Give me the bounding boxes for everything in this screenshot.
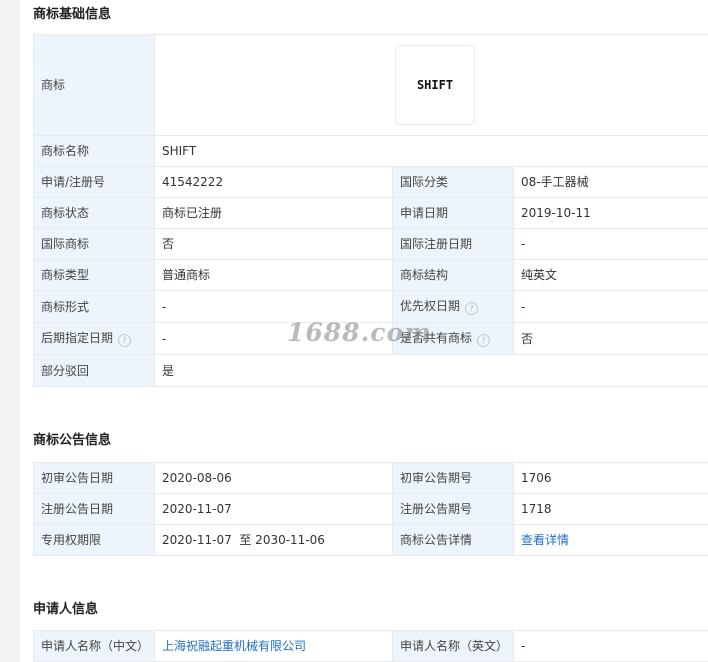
table-row: 国际商标 否 国际注册日期 - [33, 228, 708, 260]
trademark-name-value: SHIFT [153, 135, 708, 167]
field-value: 2020-11-07 [154, 493, 393, 525]
table-row: 初审公告日期 2020-08-06 初审公告期号 1706 [33, 462, 708, 494]
applicant-name-link[interactable]: 上海祝融起重机械有限公司 [162, 639, 306, 653]
field-label: 注册公告期号 [392, 493, 514, 525]
field-value: 普通商标 [154, 259, 393, 291]
field-label: 申请日期 [392, 197, 514, 229]
partial-reject-value: 是 [153, 354, 708, 387]
field-label: 申请人名称（英文） [392, 630, 514, 662]
basic-info-table: 商标 SHIFT 商标名称 SHIFT 申请/注册号 41542222 国际分类… [33, 34, 708, 387]
field-label: 商标类型 [33, 259, 155, 291]
table-row: 商标形式 - 优先权日期? - [33, 290, 708, 323]
table-row: 后期指定日期? - 是否共有商标? 否 [33, 322, 708, 355]
field-label: 国际注册日期 [392, 228, 514, 260]
applicant-info-table: 申请人名称（中文） 上海祝融起重机械有限公司 申请人名称（英文） - [33, 630, 708, 662]
table-row: 申请/注册号 41542222 国际分类 08-手工器械 [33, 166, 708, 198]
field-label: 后期指定日期 [41, 330, 114, 345]
field-value: - [513, 630, 708, 662]
field-label: 初审公告日期 [33, 462, 155, 494]
table-row: 注册公告日期 2020-11-07 注册公告期号 1718 [33, 493, 708, 525]
field-value: 商标已注册 [154, 197, 393, 229]
field-label: 是否共有商标 [400, 330, 473, 345]
field-label: 注册公告日期 [33, 493, 155, 525]
field-value: 2019-10-11 [512, 197, 708, 229]
table-row: 商标名称 SHIFT [33, 135, 708, 167]
field-label: 商标公告详情 [392, 524, 514, 556]
table-row: 商标类型 普通商标 商标结构 纯英文 [33, 259, 708, 291]
field-label: 申请人名称（中文） [33, 630, 155, 662]
table-row: 部分驳回 是 [33, 354, 708, 387]
logo-row: 商标 SHIFT [33, 34, 708, 136]
field-label: 国际分类 [392, 166, 514, 198]
field-label: 初审公告期号 [392, 462, 514, 494]
field-label: 商标状态 [33, 197, 155, 229]
field-value: - [512, 228, 708, 260]
field-value: 1718 [513, 493, 708, 525]
table-row: 申请人名称（中文） 上海祝融起重机械有限公司 申请人名称（英文） - [33, 630, 708, 662]
help-question-icon[interactable]: ? [118, 333, 132, 347]
section-title-basic: 商标基础信息 [33, 7, 112, 22]
field-value: 否 [512, 322, 708, 355]
logo-label: 商标 [33, 34, 155, 136]
trademark-name-label: 商标名称 [33, 135, 155, 167]
help-question-icon[interactable]: ? [465, 301, 479, 315]
field-label: 商标结构 [392, 259, 514, 291]
partial-reject-label: 部分驳回 [33, 354, 155, 387]
field-value: 2020-11-07 至 2030-11-06 [154, 524, 393, 556]
field-value: 08-手工器械 [512, 166, 708, 198]
field-label: 优先权日期 [400, 298, 461, 313]
field-label: 国际商标 [33, 228, 155, 260]
field-value: 1706 [513, 462, 708, 494]
field-value: 2020-08-06 [154, 462, 393, 494]
field-value: 否 [154, 228, 393, 260]
field-label: 商标形式 [33, 290, 155, 323]
left-gutter [0, 0, 20, 662]
field-value: - [512, 290, 708, 323]
field-value: 41542222 [154, 166, 393, 198]
field-value: - [154, 322, 393, 355]
field-value: - [154, 290, 393, 323]
help-question-icon[interactable]: ? [477, 333, 491, 347]
table-row: 专用权期限 2020-11-07 至 2030-11-06 商标公告详情 查看详… [33, 524, 708, 556]
table-row: 商标状态 商标已注册 申请日期 2019-10-11 [33, 197, 708, 229]
field-label: 专用权期限 [33, 524, 155, 556]
section-title-applicant: 申请人信息 [33, 602, 99, 617]
field-label: 申请/注册号 [33, 166, 155, 198]
view-details-link[interactable]: 查看详情 [521, 533, 569, 547]
section-title-notice: 商标公告信息 [33, 433, 112, 448]
notice-info-table: 初审公告日期 2020-08-06 初审公告期号 1706 注册公告日期 202… [33, 462, 708, 556]
trademark-logo-image[interactable]: SHIFT [395, 45, 475, 125]
field-value: 纯英文 [512, 259, 708, 291]
